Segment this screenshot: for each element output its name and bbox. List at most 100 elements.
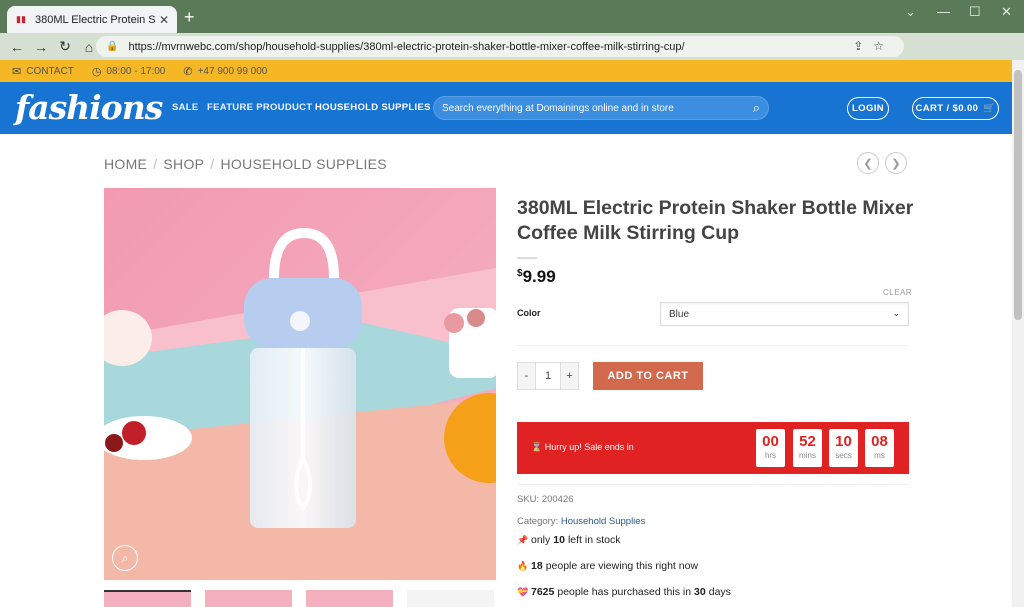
divider	[517, 345, 909, 346]
phone-label: +47 900 99 000	[197, 65, 268, 77]
qty-input[interactable]: 1	[535, 363, 561, 389]
hourglass-icon: ⌛	[531, 442, 545, 452]
viewing-post: people are viewing this right now	[545, 560, 699, 572]
search-input[interactable]: Search everything at Domainings online a…	[433, 96, 769, 120]
stock-pre: only	[531, 534, 551, 546]
new-tab-icon[interactable]: +	[184, 8, 195, 26]
chevron-down-icon: ⌄	[892, 308, 900, 318]
tab-search-icon[interactable]: ⌄	[905, 4, 916, 20]
purchased-line: 💝 7625 people has purchased this in 30 days	[517, 586, 731, 598]
countdown-secs: 10 secs	[829, 429, 858, 467]
forward-icon[interactable]: →	[30, 39, 52, 55]
sku: SKU: 200426	[517, 494, 574, 505]
sale-message: ⌛ Hurry up! Sale ends in	[531, 442, 634, 453]
phone-link[interactable]: ✆ +47 900 99 000	[183, 65, 267, 78]
product-title: 380ML Electric Protein Shaker Bottle Mix…	[517, 197, 914, 244]
purchased-days: 30	[694, 586, 706, 598]
cart-icon: 🛒	[983, 103, 996, 114]
next-product-button[interactable]: ❯	[885, 152, 907, 174]
countdown-unit: hrs	[764, 451, 777, 460]
purchased-post: days	[708, 586, 731, 598]
cart-button[interactable]: CART / $0.00 🛒	[912, 97, 999, 120]
countdown-ms: 08 ms	[865, 429, 894, 467]
countdown-unit: mins	[799, 451, 816, 460]
countdown-num: 08	[871, 433, 888, 450]
nav-household-supplies[interactable]: HOUSEHOLD SUPPLIES	[315, 102, 431, 113]
browser-tabbar: ▮▮ 380ML Electric Protein Shaker Bo ✕ + …	[0, 0, 1024, 33]
purchased-mid: people has purchased this in	[557, 586, 692, 598]
contact-label: CONTACT	[26, 65, 74, 77]
price-value: 9.99	[522, 267, 556, 286]
fire-icon: 🔥	[517, 560, 529, 571]
nav-sale[interactable]: SALE	[172, 102, 199, 113]
stock-num: 10	[553, 534, 565, 546]
sku-label: SKU:	[517, 494, 540, 505]
reload-icon[interactable]: ↻	[54, 38, 76, 55]
search-icon[interactable]: ⌕	[753, 100, 760, 116]
thumbnail-3[interactable]	[306, 590, 393, 607]
url-text: https://mvrnwebc.com/shop/household-supp…	[128, 40, 685, 53]
share-star-icons[interactable]: ⇪☆	[853, 39, 894, 53]
countdown-unit: ms	[874, 451, 885, 460]
thumbnail-2[interactable]	[205, 590, 292, 607]
thumbnail-4[interactable]	[407, 590, 494, 607]
pin-icon: 📌	[517, 534, 529, 545]
crumb-shop[interactable]: SHOP	[163, 156, 204, 172]
product-image[interactable]	[104, 188, 496, 580]
category: Category: Household Supplies	[517, 516, 645, 527]
contact-link[interactable]: ✉ CONTACT	[12, 65, 74, 78]
scrollbar-thumb[interactable]	[1014, 70, 1022, 320]
lock-icon: 🔒	[106, 41, 119, 52]
qty-minus-button[interactable]: -	[518, 363, 535, 389]
phone-icon: ✆	[183, 65, 193, 78]
quantity-stepper: - 1 +	[517, 362, 579, 390]
prev-product-button[interactable]: ❮	[857, 152, 879, 174]
maximize-icon[interactable]: ☐	[969, 4, 981, 20]
viewing-line: 🔥 18 people are viewing this right now	[517, 560, 698, 572]
sale-text: Hurry up! Sale ends in	[544, 442, 634, 452]
login-button[interactable]: LOGIN	[847, 97, 889, 120]
hours-label: 08:00 - 17:00	[106, 65, 166, 77]
favicon-icon: ▮▮	[16, 14, 26, 24]
hours: ◷ 08:00 - 17:00	[92, 65, 166, 78]
breadcrumb: HOME / SHOP / HOUSEHOLD SUPPLIES	[104, 156, 387, 172]
zoom-icon[interactable]: ⌕	[112, 545, 138, 571]
search-placeholder: Search everything at Domainings online a…	[442, 102, 674, 114]
clock-icon: ◷	[91, 65, 102, 78]
crumb-home[interactable]: HOME	[104, 156, 147, 172]
qty-plus-button[interactable]: +	[561, 363, 578, 389]
color-label: Color	[517, 308, 541, 318]
close-tab-icon[interactable]: ✕	[159, 13, 169, 27]
sale-countdown-banner: ⌛ Hurry up! Sale ends in 00 hrs 52 mins 10…	[517, 422, 909, 474]
nav-feature-product[interactable]: FEATURE PROUDUCT	[207, 102, 312, 113]
close-window-icon[interactable]: ✕	[1001, 4, 1012, 20]
purchased-num: 7625	[531, 586, 555, 598]
countdown-num: 00	[762, 433, 779, 450]
viewing-num: 18	[531, 560, 543, 572]
heart-gift-icon: 💝	[517, 586, 529, 597]
divider	[517, 484, 909, 485]
add-to-cart-button[interactable]: ADD TO CART	[593, 362, 703, 390]
stock-post: left in stock	[567, 534, 621, 546]
countdown-hours: 00 hrs	[756, 429, 785, 467]
site-logo[interactable]: fashions	[15, 88, 163, 127]
page-scrollbar[interactable]	[1012, 60, 1024, 607]
mail-icon: ✉	[12, 65, 22, 78]
countdown-mins: 52 mins	[793, 429, 822, 467]
minimize-icon[interactable]: —	[937, 4, 950, 19]
clear-selection-link[interactable]: CLEAR	[883, 288, 912, 297]
address-bar[interactable]: 🔒 https://mvrnwebc.com/shop/household-su…	[96, 36, 904, 57]
crumb-category[interactable]: HOUSEHOLD SUPPLIES	[221, 156, 387, 172]
countdown-unit: secs	[835, 451, 852, 460]
stock-line: 📌 only 10 left in stock	[517, 534, 620, 546]
category-link[interactable]: Household Supplies	[561, 516, 646, 527]
countdown-num: 10	[835, 433, 852, 450]
browser-tab[interactable]: ▮▮ 380ML Electric Protein Shaker Bo ✕	[7, 6, 177, 33]
countdown-num: 52	[799, 433, 816, 450]
color-select[interactable]: Blue ⌄	[660, 302, 909, 326]
site-header: fashions SALE FEATURE PROUDUCT HOUSEHOLD…	[0, 82, 1012, 134]
thumbnail-1[interactable]	[104, 590, 191, 607]
browser-toolbar: ← → ↻ ⌂ 🔒 https://mvrnwebc.com/shop/hous…	[0, 33, 1024, 85]
top-info-bar: ✉ CONTACT ◷ 08:00 - 17:00 ✆ +47 900 99 0…	[0, 60, 1012, 82]
back-icon[interactable]: ←	[6, 39, 28, 55]
